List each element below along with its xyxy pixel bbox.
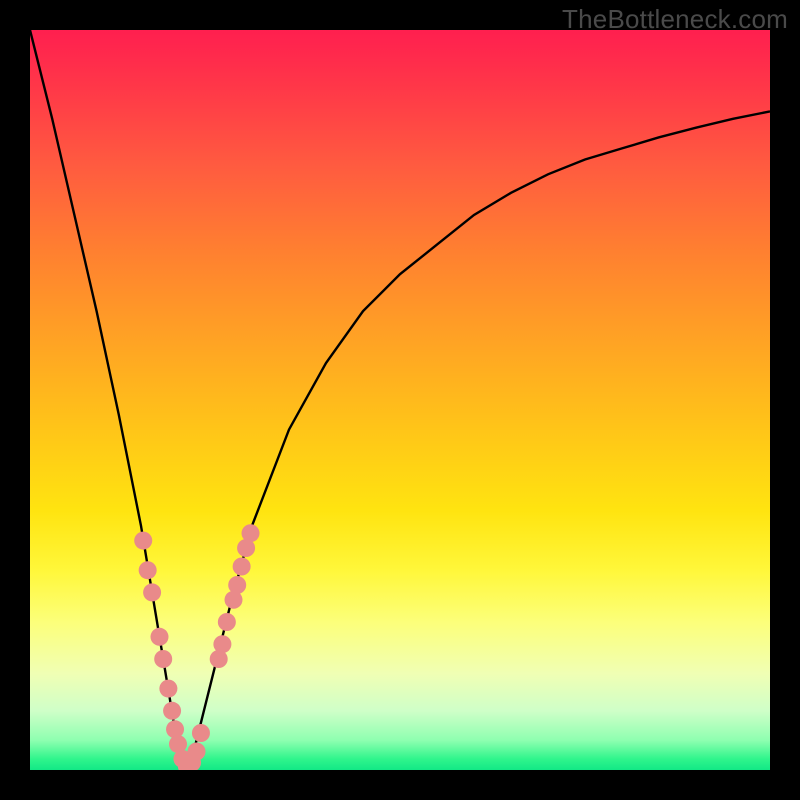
marker-dot [143,583,161,601]
marker-dot [151,628,169,646]
plot-area [30,30,770,770]
marker-dot [166,720,184,738]
marker-dot [192,724,210,742]
marker-dot [228,576,246,594]
chart-frame: TheBottleneck.com [0,0,800,800]
marker-dot [134,532,152,550]
marker-dot [159,680,177,698]
marker-dot [242,524,260,542]
marker-dot [139,561,157,579]
curve-layer [30,30,770,770]
marker-dot [213,635,231,653]
marker-dot [218,613,236,631]
bottleneck-curve [30,30,770,770]
marker-dot [163,702,181,720]
marker-dot [233,558,251,576]
marker-dot [188,743,206,761]
marker-dot [154,650,172,668]
curve-path [30,30,770,770]
highlighted-points [134,524,259,770]
